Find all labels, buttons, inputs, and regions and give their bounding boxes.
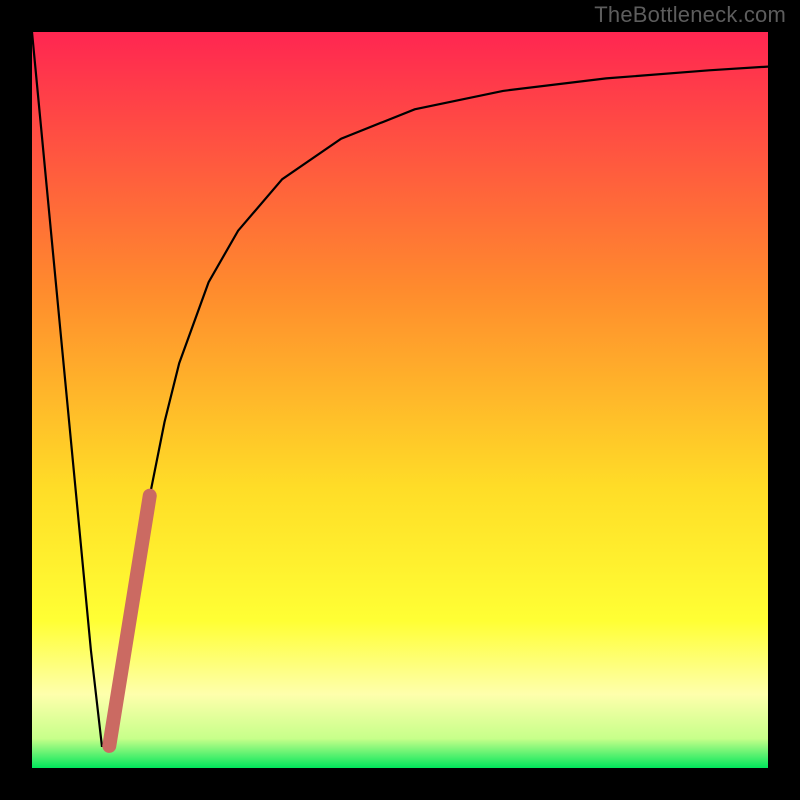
- outer-frame: TheBottleneck.com: [0, 0, 800, 800]
- attribution-text: TheBottleneck.com: [594, 2, 786, 28]
- chart-area: [32, 32, 768, 768]
- chart-svg: [32, 32, 768, 768]
- gradient-background: [32, 32, 768, 768]
